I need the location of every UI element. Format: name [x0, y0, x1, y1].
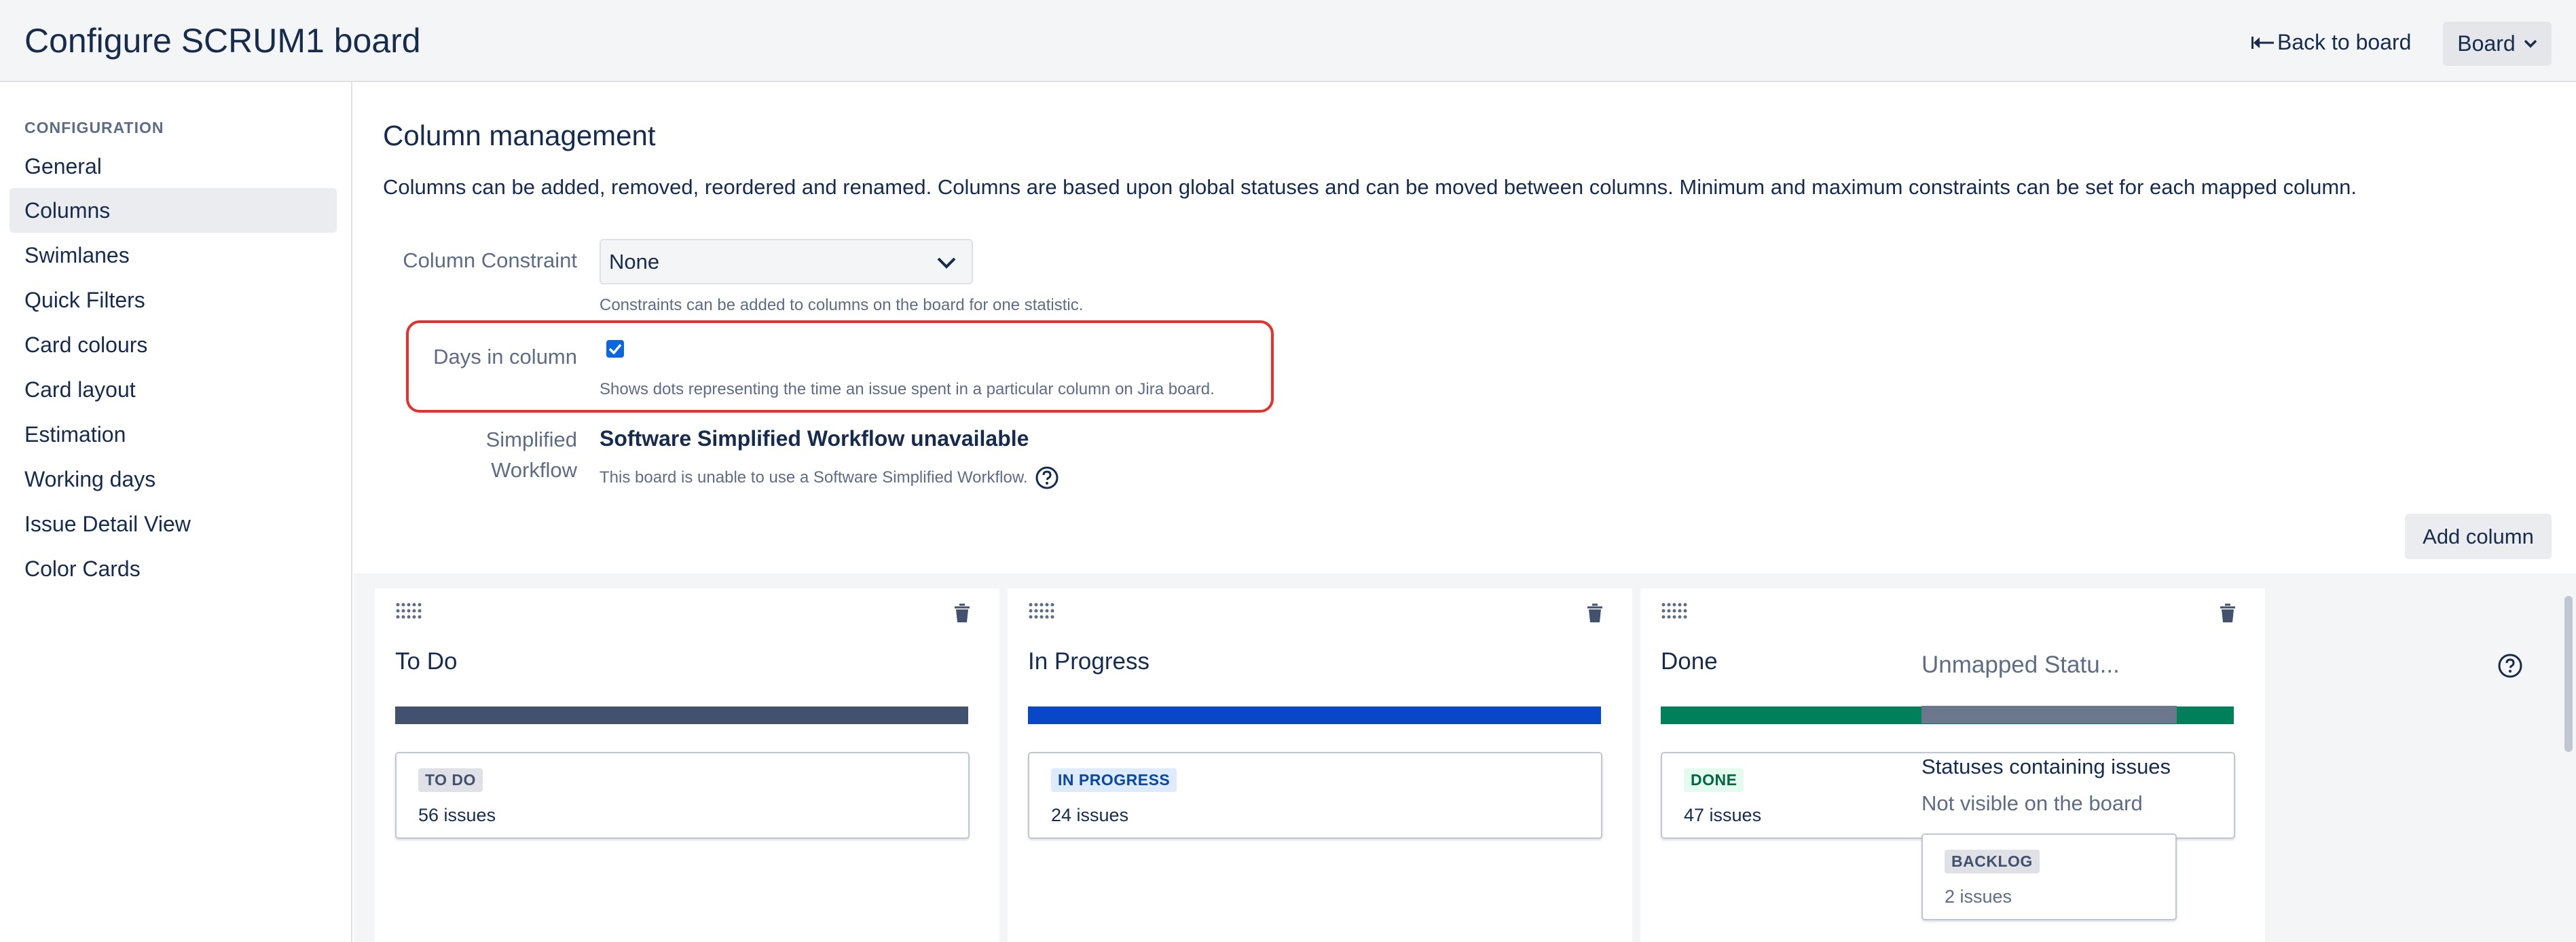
sidebar-item-card-layout[interactable]: Card layout — [10, 367, 337, 412]
column-color-bar — [1028, 706, 1601, 724]
column-name[interactable]: Done — [1661, 648, 1718, 675]
add-column-button[interactable]: Add column — [2405, 514, 2552, 559]
chevron-down-icon — [937, 257, 956, 269]
sidebar-item-working-days[interactable]: Working days — [10, 457, 337, 502]
arrow-left-icon — [2251, 36, 2274, 49]
columns-area: To Do TO DO 56 issues In Progress IN PRO… — [354, 573, 2576, 942]
trash-icon[interactable] — [1586, 603, 1604, 624]
issue-count: 47 issues — [1684, 805, 1762, 825]
drag-handle-icon[interactable] — [395, 601, 425, 621]
issue-count: 56 issues — [418, 805, 496, 825]
trash-icon[interactable] — [953, 603, 971, 624]
question-circle-icon[interactable] — [1035, 466, 1059, 490]
days-in-column-help: Shows dots representing the time an issu… — [600, 380, 1215, 398]
sidebar-item-label: Card layout — [24, 377, 136, 402]
board-button-label: Board — [2457, 31, 2516, 56]
column-constraint-label: Column Constraint — [403, 248, 577, 272]
sidebar-item-label: Issue Detail View — [24, 511, 191, 536]
column-constraint-value: None — [609, 249, 660, 274]
sidebar-item-general[interactable]: General — [10, 144, 337, 189]
checkmark-icon — [608, 343, 622, 354]
column-constraint-select[interactable]: None — [600, 239, 973, 284]
sidebar-item-color-cards[interactable]: Color Cards — [10, 546, 337, 591]
sidebar-item-label: Working days — [24, 466, 156, 491]
sidebar-item-label: Columns — [24, 197, 111, 223]
trash-icon[interactable] — [2219, 603, 2237, 624]
sidebar-item-label: General — [24, 153, 102, 178]
sidebar-heading: CONFIGURATION — [24, 119, 164, 136]
issue-count: 24 issues — [1051, 805, 1129, 825]
sidebar-item-quick-filters[interactable]: Quick Filters — [10, 278, 337, 322]
sidebar-item-issue-detail-view[interactable]: Issue Detail View — [10, 502, 337, 546]
page-title: Configure SCRUM1 board — [24, 22, 421, 60]
workflow-help-row: This board is unable to use a Software S… — [600, 466, 1059, 490]
unmapped-note: Not visible on the board — [1921, 791, 2143, 815]
sidebar-item-label: Estimation — [24, 421, 126, 447]
status-card-in-progress[interactable]: IN PROGRESS 24 issues — [1028, 752, 1602, 839]
status-lozenge: IN PROGRESS — [1051, 768, 1177, 792]
unmapped-subtitle: Statuses containing issues — [1921, 755, 2171, 778]
issue-count: 2 issues — [1945, 886, 2012, 907]
board-dropdown-button[interactable]: Board — [2443, 22, 2552, 66]
unmapped-color-bar — [1921, 706, 2177, 723]
column-color-bar — [395, 706, 968, 724]
chevron-down-icon — [2524, 39, 2537, 48]
scrollbar-thumb[interactable] — [2564, 596, 2573, 752]
sidebar-item-columns[interactable]: Columns — [10, 188, 337, 233]
drag-handle-icon[interactable] — [1028, 601, 1058, 621]
days-in-column-checkbox[interactable] — [606, 340, 624, 358]
back-to-board-link[interactable]: Back to board — [2251, 30, 2411, 55]
status-lozenge: TO DO — [418, 768, 483, 792]
status-card-to-do[interactable]: TO DO 56 issues — [395, 752, 970, 839]
sidebar-item-swimlanes[interactable]: Swimlanes — [10, 233, 337, 278]
column-name[interactable]: In Progress — [1028, 648, 1149, 675]
sidebar-item-card-colours[interactable]: Card colours — [10, 322, 337, 367]
board-column-to-do[interactable]: To Do TO DO 56 issues — [375, 588, 999, 942]
status-lozenge: DONE — [1684, 768, 1744, 792]
sidebar-item-label: Color Cards — [24, 556, 141, 581]
status-card-backlog[interactable]: BACKLOG 2 issues — [1921, 833, 2177, 920]
page-header: Configure SCRUM1 board Back to board Boa… — [0, 0, 2576, 82]
back-to-board-label: Back to board — [2277, 30, 2412, 54]
sidebar-item-label: Swimlanes — [24, 242, 130, 267]
simplified-workflow-label-line1: Simplified — [485, 428, 577, 451]
drag-handle-icon[interactable] — [1661, 601, 1691, 621]
section-description: Columns can be added, removed, reordered… — [383, 175, 2357, 199]
workflow-status-title: Software Simplified Workflow unavailable — [600, 426, 1029, 451]
unmapped-statuses-title: Unmapped Statu... — [1921, 652, 2120, 678]
simplified-workflow-label-line2: Workflow — [491, 457, 577, 482]
sidebar-item-estimation[interactable]: Estimation — [10, 412, 337, 457]
status-lozenge: BACKLOG — [1945, 850, 2040, 873]
column-constraint-help: Constraints can be added to columns on t… — [600, 296, 1084, 314]
sidebar-item-label: Card colours — [24, 332, 148, 357]
question-circle-icon[interactable] — [2497, 653, 2523, 679]
section-title: Column management — [383, 119, 656, 151]
workflow-help-text: This board is unable to use a Software S… — [600, 468, 1028, 487]
column-name[interactable]: To Do — [395, 648, 457, 675]
board-column-in-progress[interactable]: In Progress IN PROGRESS 24 issues — [1008, 588, 1632, 942]
days-in-column-label: Days in column — [433, 345, 577, 369]
simplified-workflow-label: Simplified Workflow — [392, 425, 577, 486]
sidebar-item-label: Quick Filters — [24, 287, 145, 312]
